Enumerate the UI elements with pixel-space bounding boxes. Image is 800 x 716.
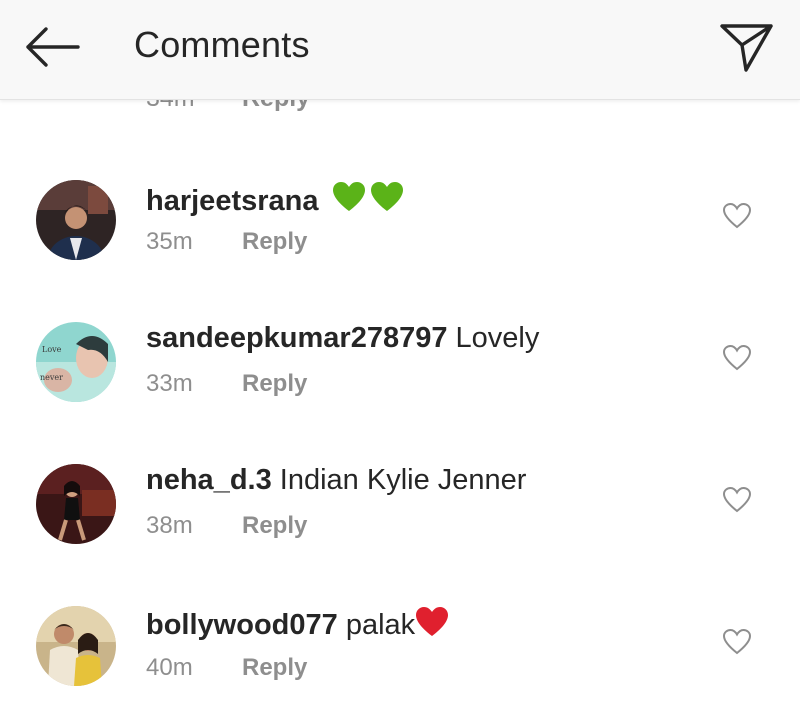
like-button[interactable] [722,628,752,656]
like-button[interactable] [722,344,752,372]
avatar[interactable] [36,606,116,686]
page-title: Comments [134,24,310,65]
heart-outline-icon [722,486,752,513]
green-heart-emoji-icon [331,180,407,222]
reply-button[interactable]: Reply [242,654,307,681]
comment-username[interactable]: harjeetsrana [146,185,319,217]
comment-username[interactable]: sandeepkumar278797 [146,322,447,354]
comment-body: palak [345,609,416,641]
heart-outline-icon [722,202,752,229]
like-button[interactable] [722,486,752,514]
avatar[interactable]: Love never [36,322,116,402]
comments-list: 34m Reply harjeetsrana [0,100,800,716]
comment-item: bollywood077 palak 40m Reply [0,606,800,716]
comment-time: 33m [146,370,193,397]
avatar[interactable] [36,180,116,260]
comment-username[interactable]: neha_d.3 [146,464,272,496]
avatar[interactable] [36,464,116,544]
heart-outline-icon [722,344,752,371]
back-button[interactable] [22,22,82,72]
heart-outline-icon [722,628,752,655]
reply-button[interactable]: Reply [242,228,307,255]
comment-time: 38m [146,512,193,539]
like-button[interactable] [722,202,752,230]
comment-username[interactable]: bollywood077 [146,609,338,641]
comment-time: 40m [146,654,193,681]
comment-item: harjeetsrana 35m Reply [0,180,800,322]
comment-time: 34m [146,100,195,113]
paper-plane-icon [720,24,773,72]
comment-item: neha_d.3 Indian Kylie Jenner 38m Reply [0,464,800,606]
red-heart-emoji-icon [415,606,449,646]
top-bar: Comments [0,0,800,100]
reply-button[interactable]: Reply [242,100,310,112]
comment-body: Indian Kylie Jenner [279,464,527,496]
partial-comment-meta: 34m Reply [0,100,800,114]
comment-item: Love never sandeepkumar278797 Lovely 33m… [0,322,800,464]
svg-text:never: never [40,373,63,382]
comment-body: Lovely [455,322,540,354]
reply-button[interactable]: Reply [242,512,307,539]
comment-time: 35m [146,228,193,255]
arrow-left-icon [26,27,80,67]
reply-button[interactable]: Reply [242,370,307,397]
svg-text:Love: Love [42,345,62,354]
share-button[interactable] [716,18,776,74]
